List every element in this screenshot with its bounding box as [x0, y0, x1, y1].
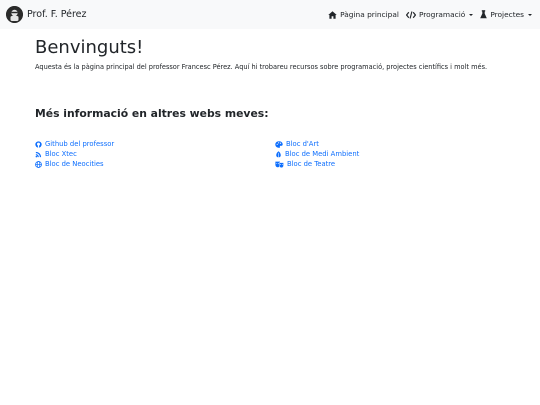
flask-icon: [480, 10, 488, 19]
link-github[interactable]: Github del professor: [35, 139, 114, 149]
nav-item-home[interactable]: Pàgina principal: [328, 10, 399, 19]
nav-item-projectes-label: Projectes: [490, 10, 524, 19]
navbar-menu: Pàgina principal Programació Projectes: [321, 0, 532, 29]
link-bloc-medi-ambient[interactable]: Bloc de Medi Ambient: [275, 149, 359, 159]
palette-icon: [275, 140, 283, 148]
chevron-down-icon: [469, 13, 474, 16]
link-github-label: Github del professor: [45, 140, 115, 148]
more-info-heading: Més informació en altres webs meves:: [35, 107, 269, 120]
code-icon: [405, 10, 416, 19]
nav-item-home-label: Pàgina principal: [340, 10, 399, 19]
theater-masks-icon: [275, 161, 284, 168]
link-bloc-teatre-label: Bloc de Teatre: [287, 160, 336, 168]
nav-item-projectes[interactable]: Projectes: [480, 10, 532, 19]
link-bloc-medi-ambient-label: Bloc de Medi Ambient: [285, 150, 360, 158]
intro-text: Aquesta és la pàgina principal del profe…: [35, 63, 488, 71]
chevron-down-icon: [528, 13, 532, 16]
leaf-icon: [276, 150, 281, 158]
link-bloc-xtec-label: Bloc Xtec: [45, 150, 77, 158]
blog-icon: [35, 151, 42, 157]
nav-item-programacio-label: Programació: [418, 10, 466, 19]
link-bloc-neocities-label: Bloc de Neocities: [45, 160, 104, 168]
brand-title: Prof. F. Pérez: [27, 9, 87, 20]
nav-item-programacio[interactable]: Programació: [405, 10, 474, 19]
page-title: Benvinguts!: [35, 37, 144, 58]
link-bloc-art-label: Bloc d'Art: [286, 140, 319, 148]
link-bloc-art[interactable]: Bloc d'Art: [275, 139, 359, 149]
link-bloc-neocities[interactable]: Bloc de Neocities: [35, 159, 114, 169]
navbar: Prof. F. Pérez Pàgina principal Programa…: [0, 0, 540, 29]
link-bloc-teatre[interactable]: Bloc de Teatre: [275, 159, 359, 169]
links-column-left: Github del professor Bloc Xtec Bloc de N…: [35, 139, 114, 169]
professor-avatar-icon: [6, 6, 23, 23]
navbar-brand[interactable]: Prof. F. Pérez: [6, 4, 87, 25]
home-icon: [328, 10, 337, 19]
main-content: Benvinguts! Aquesta és la pàgina princip…: [35, 37, 515, 72]
globe-icon: [35, 160, 42, 168]
links-column-right: Bloc d'Art Bloc de Medi Ambient Bloc de …: [275, 139, 359, 169]
link-bloc-xtec[interactable]: Bloc Xtec: [35, 149, 114, 159]
github-icon: [35, 140, 42, 148]
